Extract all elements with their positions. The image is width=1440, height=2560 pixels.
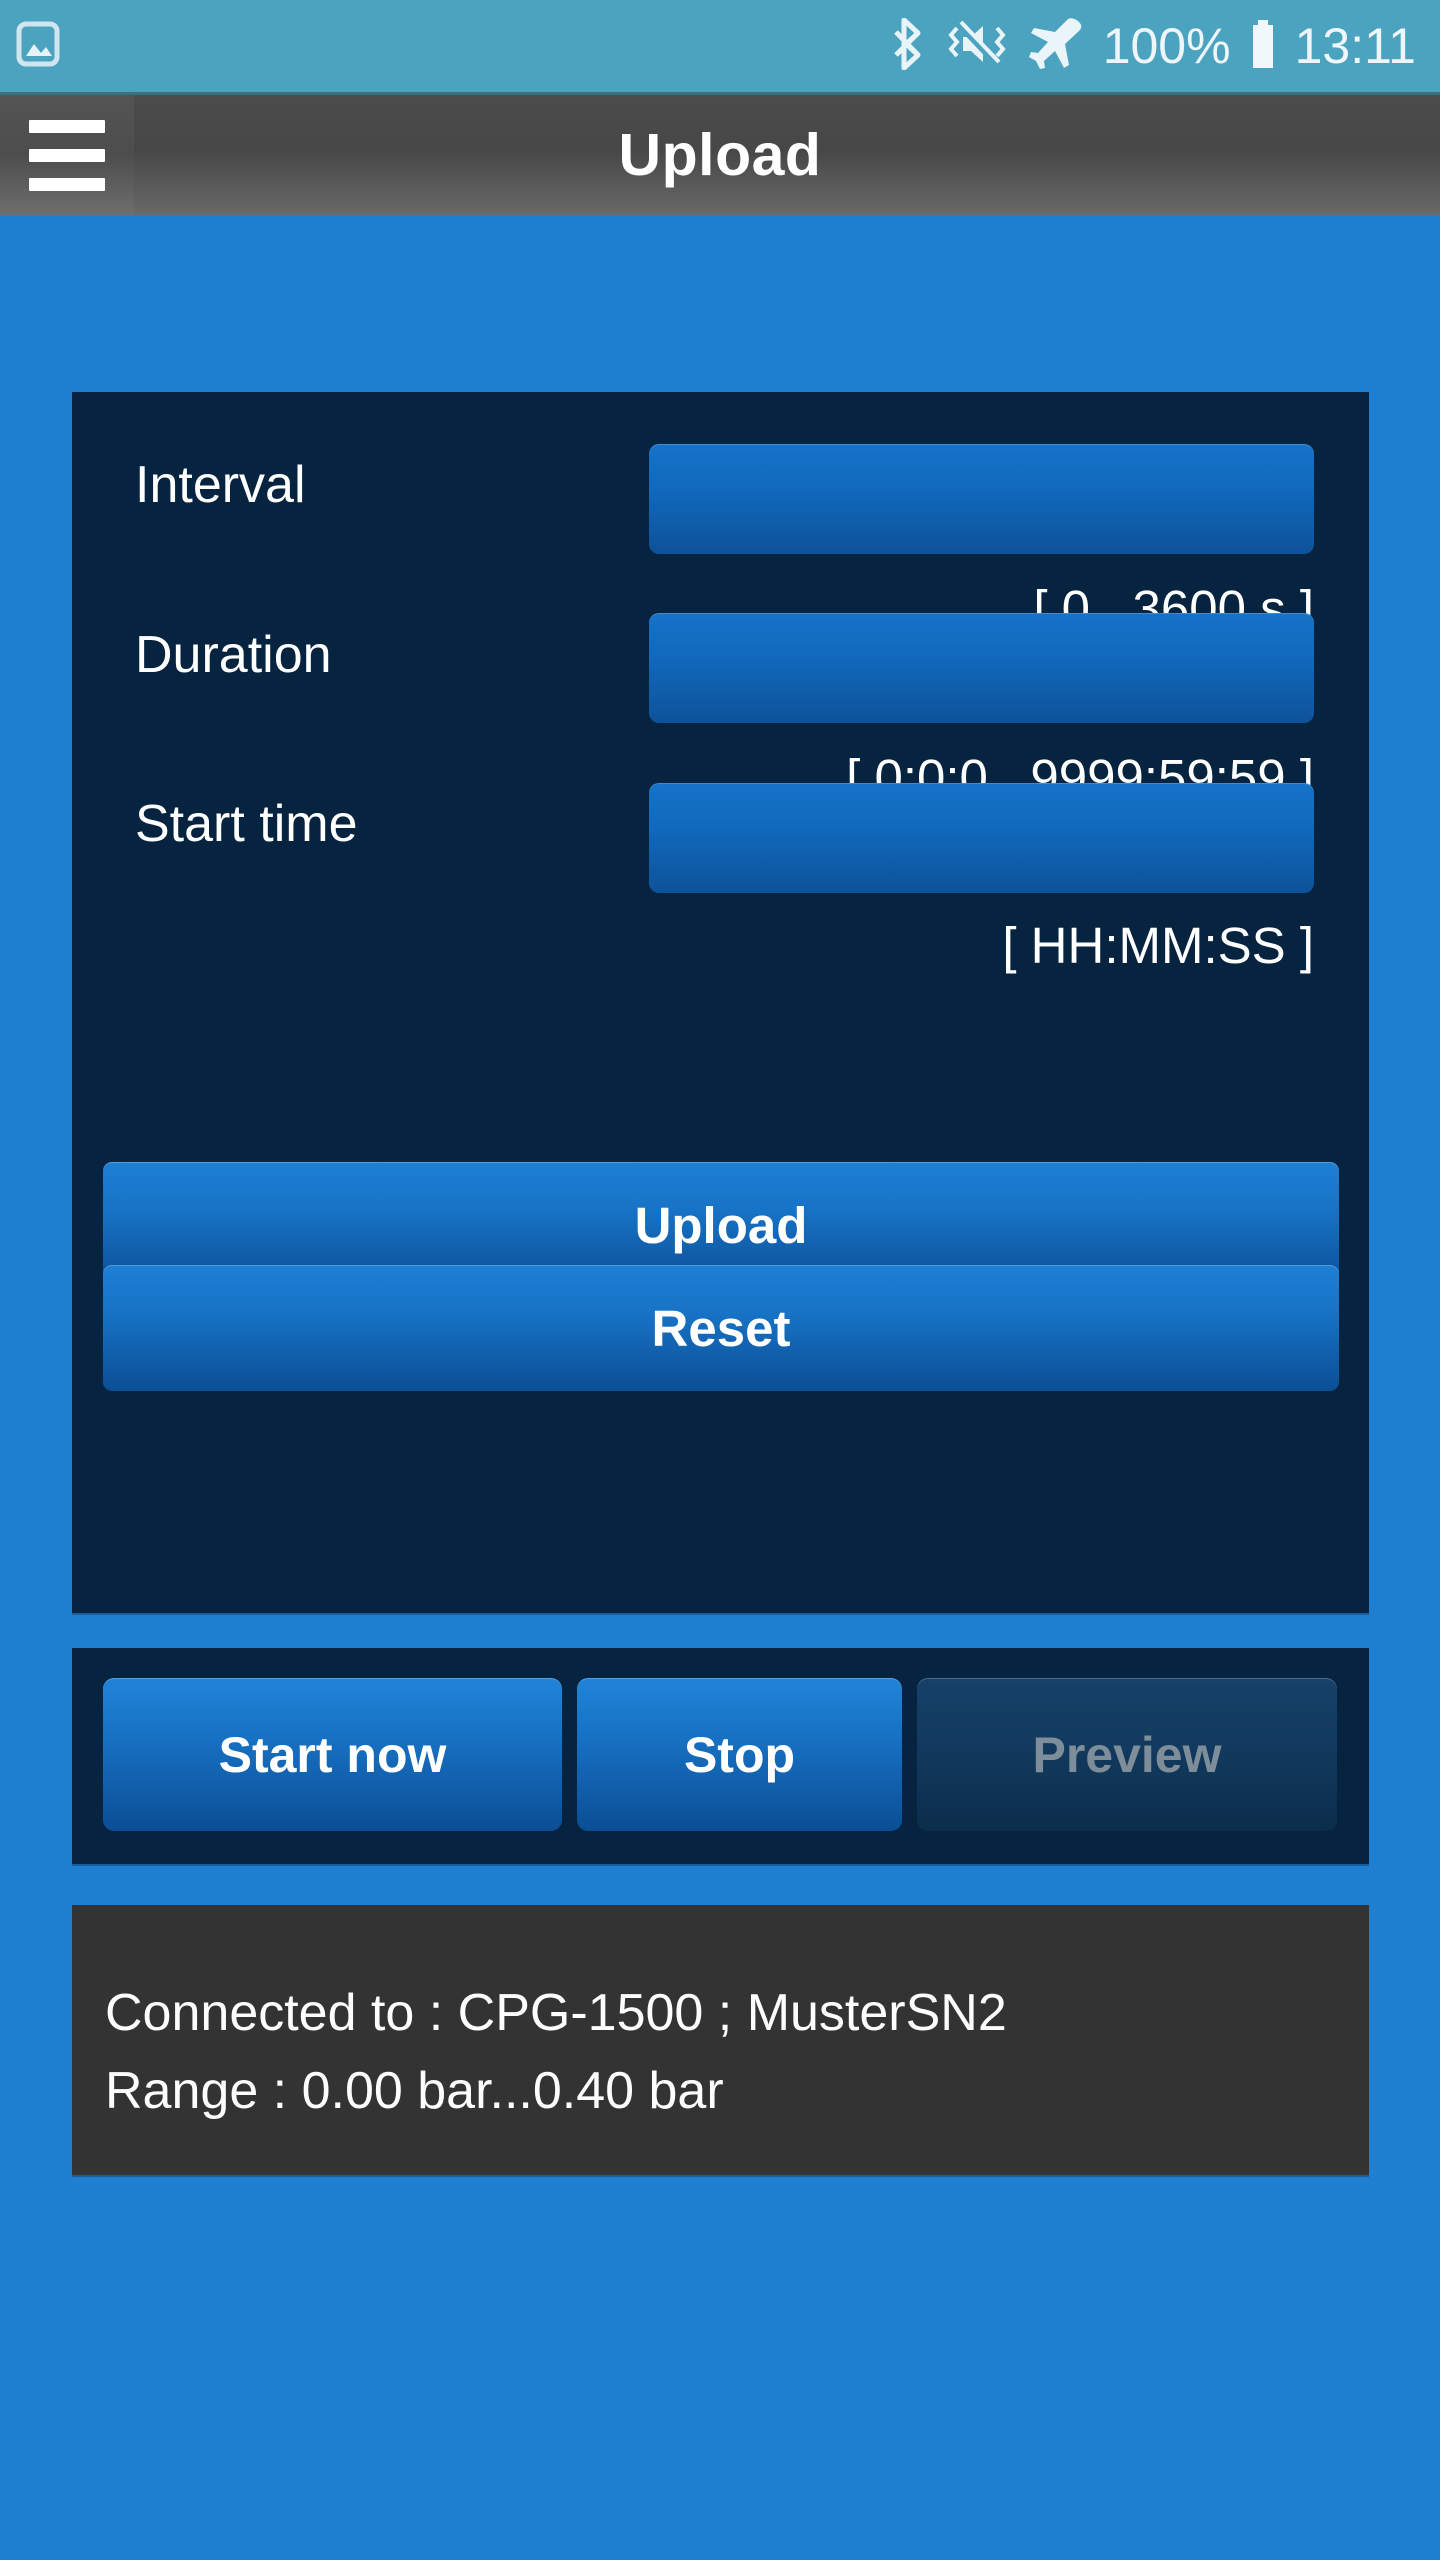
start-now-button[interactable]: Start now xyxy=(103,1678,562,1831)
mute-vibrate-icon xyxy=(945,18,1011,75)
connected-device-label: Connected to : CPG-1500 ; MusterSN2 xyxy=(105,1984,1007,2042)
start-time-hint: [ HH:MM:SS ] xyxy=(1002,917,1314,974)
start-time-input[interactable] xyxy=(649,783,1314,893)
stop-button[interactable]: Stop xyxy=(577,1678,902,1831)
battery-percent-label: 100% xyxy=(1102,18,1231,74)
status-bar: 100% 13:11 xyxy=(0,0,1440,92)
actions-card: Start now Stop Preview xyxy=(72,1648,1369,1864)
interval-input[interactable] xyxy=(649,444,1314,554)
main-content: Interval [ 0...3600 s ] Duration [ 0:0:0… xyxy=(0,215,1440,2560)
clock-label: 13:11 xyxy=(1294,18,1416,74)
preview-button: Preview xyxy=(917,1678,1337,1831)
duration-label: Duration xyxy=(135,626,332,684)
battery-full-icon xyxy=(1249,18,1277,75)
airplane-mode-icon xyxy=(1028,17,1085,75)
interval-label: Interval xyxy=(135,456,306,514)
measurement-range-label: Range : 0.00 bar...0.40 bar xyxy=(105,2062,724,2120)
reset-button[interactable]: Reset xyxy=(103,1265,1339,1391)
bluetooth-icon xyxy=(893,17,927,75)
app-bar: Upload xyxy=(0,92,1440,218)
start-time-label: Start time xyxy=(135,795,358,853)
connection-status-panel: Connected to : CPG-1500 ; MusterSN2 Rang… xyxy=(72,1905,1369,2175)
duration-input[interactable] xyxy=(649,613,1314,723)
upload-form-card: Interval [ 0...3600 s ] Duration [ 0:0:0… xyxy=(72,392,1369,1613)
status-bar-right: 100% 13:11 xyxy=(893,17,1416,75)
status-bar-left xyxy=(16,20,60,73)
screenshot-image-icon xyxy=(16,20,60,73)
page-title: Upload xyxy=(618,122,822,188)
